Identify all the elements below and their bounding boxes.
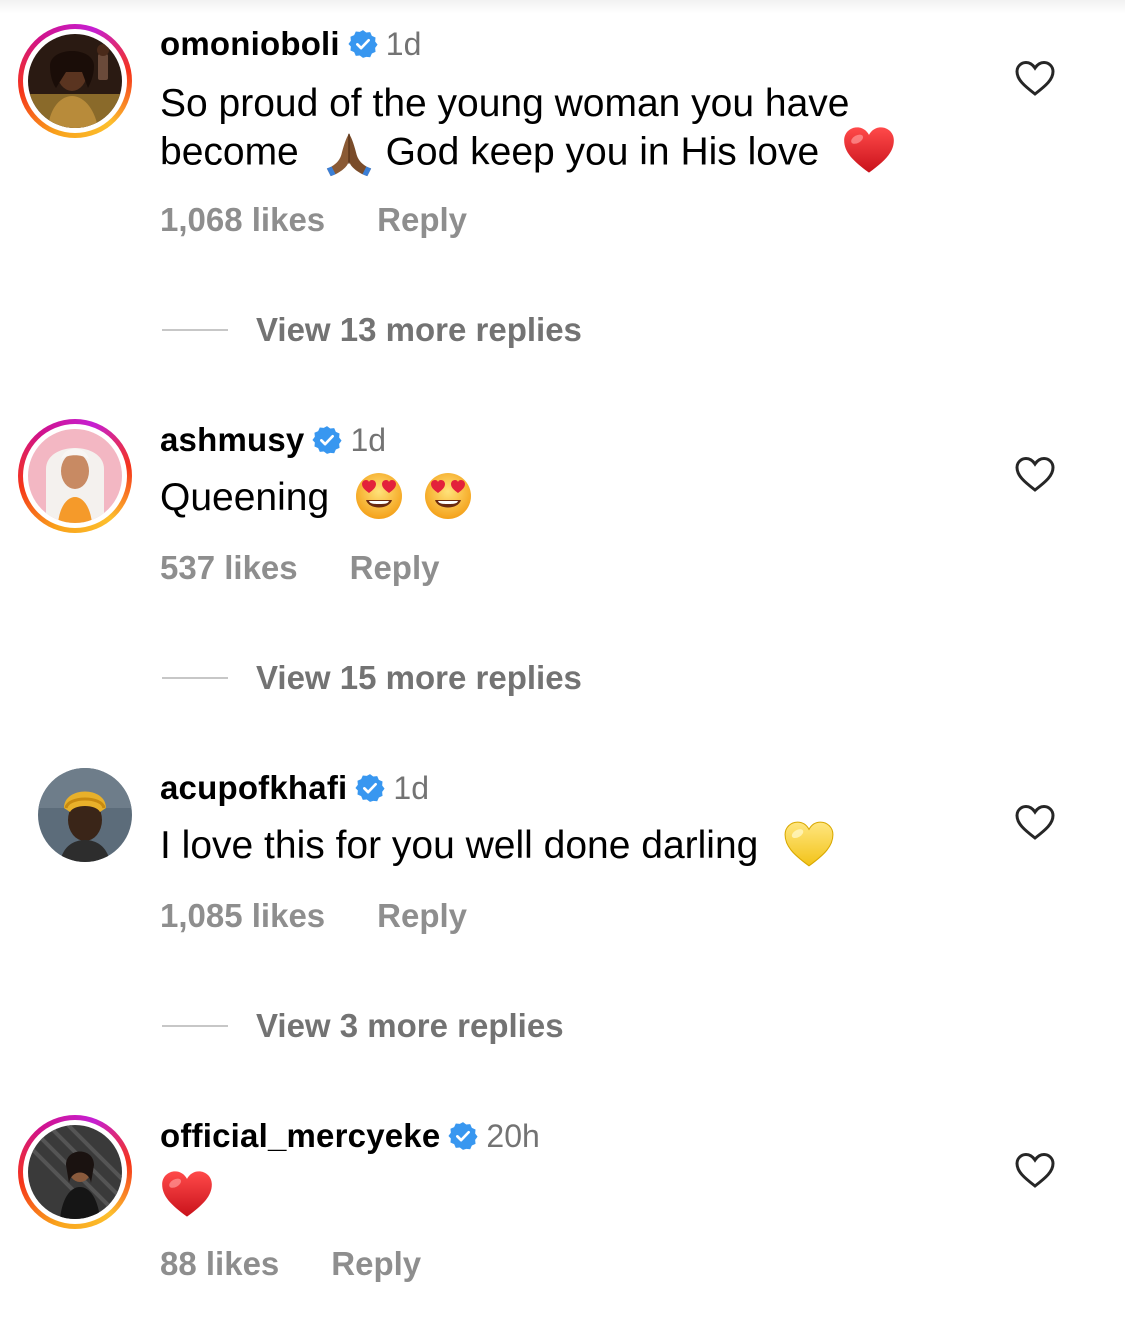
heart-outline-icon[interactable] (1014, 1151, 1056, 1189)
avatar (28, 34, 122, 128)
like-count[interactable]: 1,085 likes (160, 897, 325, 935)
view-replies-button[interactable]: View 13 more replies (162, 310, 582, 350)
view-replies-button[interactable]: View 3 more replies (162, 1006, 564, 1046)
reply-button[interactable]: Reply (350, 549, 440, 587)
heart-eyes-emoji (423, 471, 473, 521)
comment-text (160, 1168, 960, 1219)
divider-line (162, 677, 228, 679)
avatar-story-ring[interactable] (18, 1115, 132, 1229)
verified-badge-icon (312, 425, 342, 455)
like-count[interactable]: 537 likes (160, 549, 298, 587)
folded-hands-emoji (322, 128, 376, 180)
verified-badge-icon (348, 29, 378, 59)
yellow-heart-emoji (783, 820, 835, 868)
like-count[interactable]: 88 likes (160, 1245, 279, 1283)
username[interactable]: omonioboli (160, 25, 340, 63)
comment-text: So proud of the young woman you have bec… (160, 80, 960, 180)
timestamp: 20h (486, 1117, 540, 1154)
red-heart-emoji (842, 125, 896, 175)
reply-button[interactable]: Reply (377, 201, 467, 239)
heart-outline-icon[interactable] (1014, 803, 1056, 841)
view-replies-button[interactable]: View 15 more replies (162, 658, 582, 698)
divider-line (162, 329, 228, 331)
reply-button[interactable]: Reply (331, 1245, 421, 1283)
heart-eyes-emoji (354, 471, 404, 521)
timestamp: 1d (393, 769, 429, 806)
heart-outline-icon[interactable] (1014, 455, 1056, 493)
avatar-story-ring[interactable] (18, 24, 132, 138)
reply-button[interactable]: Reply (377, 897, 467, 935)
username[interactable]: ashmusy (160, 421, 304, 459)
avatar-story-ring[interactable] (18, 419, 132, 533)
avatar (28, 429, 122, 523)
verified-badge-icon (355, 773, 385, 803)
comment-text: I love this for you well done darling (160, 822, 960, 870)
top-shadow (0, 0, 1125, 14)
comment-text: Queening (160, 474, 960, 522)
timestamp: 1d (350, 421, 387, 458)
avatar[interactable] (38, 768, 132, 862)
verified-badge-icon (448, 1121, 478, 1151)
like-count[interactable]: 1,068 likes (160, 201, 325, 239)
divider-line (162, 1025, 228, 1027)
avatar (28, 1125, 122, 1219)
timestamp: 1d (385, 25, 422, 62)
username[interactable]: acupofkhafi (160, 769, 347, 807)
username[interactable]: official_mercyeke (160, 1117, 440, 1155)
heart-outline-icon[interactable] (1014, 59, 1056, 97)
red-heart-emoji (160, 1169, 214, 1219)
